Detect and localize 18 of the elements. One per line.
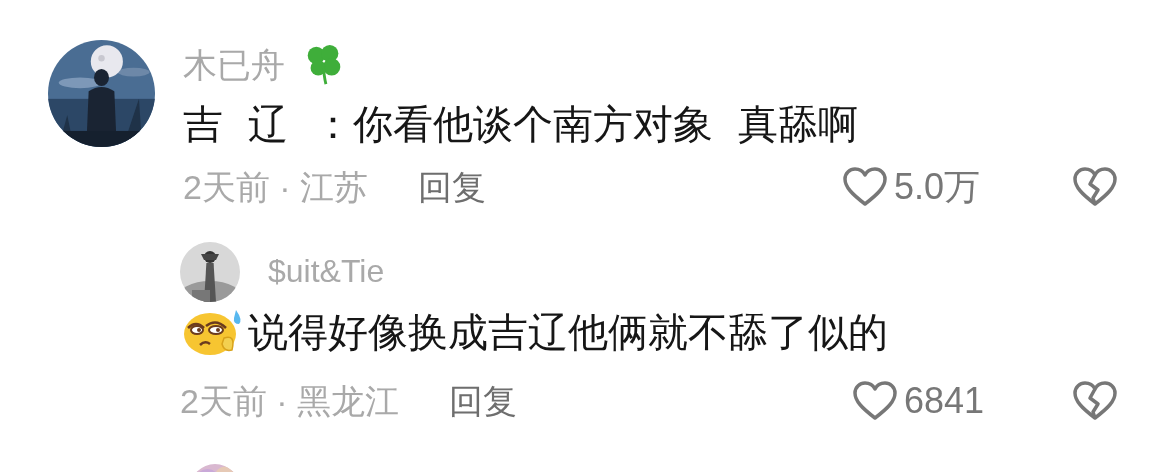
like-count: 6841 <box>904 379 985 423</box>
like-button[interactable]: 5.0万 <box>842 160 1072 214</box>
dislike-button[interactable] <box>1072 166 1118 208</box>
heart-icon <box>852 380 898 422</box>
heart-icon <box>842 166 888 208</box>
broken-heart-icon <box>1072 380 1118 422</box>
reply-button[interactable]: 回复 <box>418 161 487 213</box>
broken-heart-icon <box>1072 166 1118 208</box>
like-button[interactable]: 6841 <box>852 374 1072 428</box>
dislike-button[interactable] <box>1072 380 1118 422</box>
username: $uit&Tie <box>268 252 386 291</box>
comment-text: 吉 辽 ：你看他谈个南方对象 真舔啊 <box>183 101 860 148</box>
username: 木已舟 <box>183 44 285 86</box>
comment-meta: 2天前 · 黑龙江 <box>180 380 400 422</box>
comment-meta: 2天前 · 江苏 <box>183 166 369 208</box>
comment-text: 说得好像换成吉辽他俩就不舔了似的 <box>248 309 888 356</box>
like-count: 5.0万 <box>894 165 981 209</box>
reply-button[interactable]: 回复 <box>449 375 518 427</box>
